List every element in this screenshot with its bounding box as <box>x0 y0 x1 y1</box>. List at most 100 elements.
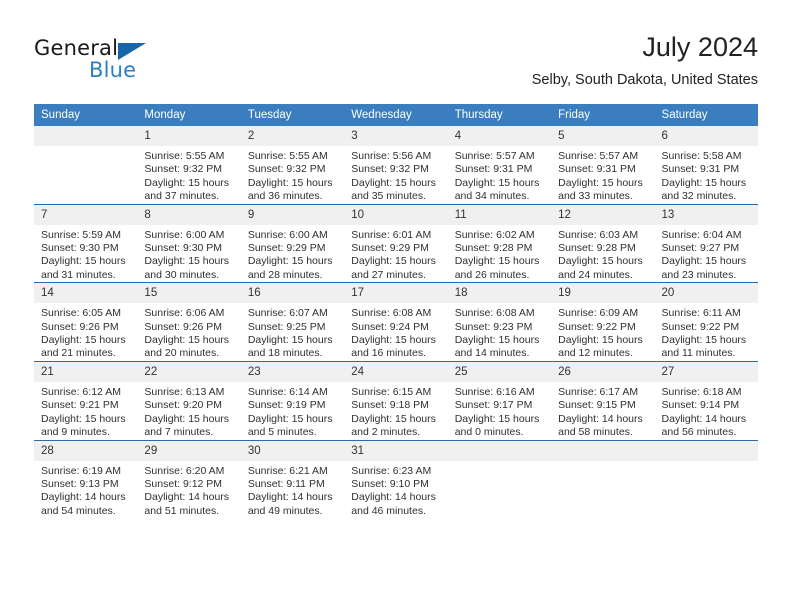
daylight-text-line1: Daylight: 15 hours <box>454 412 540 425</box>
day-number: 17 <box>344 283 448 304</box>
day-cell[interactable]: 3 Sunrise: 5:56 AM Sunset: 9:32 PM Dayli… <box>344 126 448 205</box>
day-cell[interactable] <box>447 439 552 519</box>
calendar-week-row: 14 Sunrise: 6:05 AM Sunset: 9:26 PM Dayl… <box>34 282 758 362</box>
sunset-text: Sunset: 9:28 PM <box>558 242 636 255</box>
sunset-text: Sunset: 9:15 PM <box>558 399 636 412</box>
day-details: Sunrise: 6:00 AM Sunset: 9:30 PM Dayligh… <box>137 225 240 283</box>
day-cell[interactable]: 15 Sunrise: 6:06 AM Sunset: 9:26 PM Dayl… <box>137 282 241 362</box>
day-cell[interactable]: 10 Sunrise: 6:01 AM Sunset: 9:29 PM Dayl… <box>344 203 448 283</box>
day-details: Sunrise: 6:06 AM Sunset: 9:26 PM Dayligh… <box>137 303 240 361</box>
day-cell[interactable]: 18 Sunrise: 6:08 AM Sunset: 9:23 PM Dayl… <box>447 282 552 362</box>
day-number: 25 <box>447 361 552 382</box>
sunset-text: Sunset: 9:24 PM <box>351 320 429 333</box>
day-number: 8 <box>137 204 241 225</box>
sunset-text: Sunset: 9:30 PM <box>144 242 223 255</box>
sunrise-text: Sunrise: 5:58 AM <box>661 150 742 162</box>
sunrise-text: Sunrise: 6:18 AM <box>661 385 742 398</box>
daylight-text-line1: Daylight: 15 hours <box>454 176 540 189</box>
sunrise-text: Sunrise: 6:23 AM <box>351 464 432 477</box>
day-cell[interactable]: 8 Sunrise: 6:00 AM Sunset: 9:30 PM Dayli… <box>137 203 241 283</box>
day-number: 23 <box>240 361 345 382</box>
daylight-text-line2: and 30 minutes. <box>144 268 220 281</box>
sunset-text: Sunset: 9:32 PM <box>351 163 429 176</box>
day-cell[interactable]: 23 Sunrise: 6:14 AM Sunset: 9:19 PM Dayl… <box>240 360 345 440</box>
daylight-text-line2: and 34 minutes. <box>454 190 530 203</box>
weekday-header-tuesday: Tuesday <box>240 104 345 126</box>
day-cell[interactable] <box>654 439 758 519</box>
day-cell[interactable]: 7 Sunrise: 5:59 AM Sunset: 9:30 PM Dayli… <box>34 203 138 283</box>
daylight-text-line1: Daylight: 15 hours <box>454 255 540 268</box>
day-details <box>551 461 654 465</box>
day-cell[interactable]: 26 Sunrise: 6:17 AM Sunset: 9:15 PM Dayl… <box>551 360 655 440</box>
day-number: 26 <box>551 361 655 382</box>
day-number: 28 <box>34 440 138 461</box>
day-cell[interactable]: 20 Sunrise: 6:11 AM Sunset: 9:22 PM Dayl… <box>654 282 758 362</box>
day-number: 14 <box>34 283 138 304</box>
sunset-text: Sunset: 9:31 PM <box>661 163 740 176</box>
day-cell[interactable] <box>551 439 655 519</box>
calendar-body: 1 Sunrise: 5:55 AM Sunset: 9:32 PM Dayli… <box>34 126 758 519</box>
sunrise-text: Sunrise: 5:57 AM <box>558 150 639 162</box>
day-cell[interactable]: 21 Sunrise: 6:12 AM Sunset: 9:21 PM Dayl… <box>34 360 138 440</box>
day-cell[interactable]: 9 Sunrise: 6:00 AM Sunset: 9:29 PM Dayli… <box>240 203 345 283</box>
daylight-text-line2: and 49 minutes. <box>247 504 323 517</box>
calendar-week-row: 1 Sunrise: 5:55 AM Sunset: 9:32 PM Dayli… <box>34 126 758 205</box>
day-cell[interactable]: 22 Sunrise: 6:13 AM Sunset: 9:20 PM Dayl… <box>137 360 241 440</box>
day-cell[interactable]: 13 Sunrise: 6:04 AM Sunset: 9:27 PM Dayl… <box>654 203 758 283</box>
sunrise-text: Sunrise: 6:08 AM <box>351 307 432 320</box>
daylight-text-line2: and 37 minutes. <box>144 190 220 203</box>
day-cell[interactable]: 1 Sunrise: 5:55 AM Sunset: 9:32 PM Dayli… <box>137 126 241 205</box>
day-cell[interactable] <box>34 126 138 205</box>
sunrise-text: Sunrise: 5:57 AM <box>454 150 535 162</box>
day-cell[interactable]: 28 Sunrise: 6:19 AM Sunset: 9:13 PM Dayl… <box>34 439 138 519</box>
day-details: Sunrise: 5:59 AM Sunset: 9:30 PM Dayligh… <box>34 225 137 283</box>
sunset-text: Sunset: 9:14 PM <box>661 399 740 412</box>
day-cell[interactable]: 11 Sunrise: 6:02 AM Sunset: 9:28 PM Dayl… <box>447 203 552 283</box>
day-cell[interactable]: 2 Sunrise: 5:55 AM Sunset: 9:32 PM Dayli… <box>240 126 345 205</box>
day-cell[interactable]: 25 Sunrise: 6:16 AM Sunset: 9:17 PM Dayl… <box>447 360 552 440</box>
daylight-text-line1: Daylight: 15 hours <box>247 255 333 268</box>
sunset-text: Sunset: 9:20 PM <box>144 399 223 412</box>
general-blue-logo[interactable]: General Blue <box>34 36 234 86</box>
weekday-header-sunday: Sunday <box>34 104 138 126</box>
logo-text-blue: Blue <box>89 58 137 82</box>
daylight-text-line2: and 20 minutes. <box>144 347 220 360</box>
weekday-header-friday: Friday <box>551 104 655 126</box>
day-cell[interactable]: 14 Sunrise: 6:05 AM Sunset: 9:26 PM Dayl… <box>34 282 138 362</box>
day-cell[interactable]: 16 Sunrise: 6:07 AM Sunset: 9:25 PM Dayl… <box>240 282 345 362</box>
day-cell[interactable]: 17 Sunrise: 6:08 AM Sunset: 9:24 PM Dayl… <box>344 282 448 362</box>
day-number <box>654 440 758 461</box>
day-cell[interactable]: 19 Sunrise: 6:09 AM Sunset: 9:22 PM Dayl… <box>551 282 655 362</box>
day-details: Sunrise: 6:20 AM Sunset: 9:12 PM Dayligh… <box>137 461 240 519</box>
sunset-text: Sunset: 9:17 PM <box>454 399 533 412</box>
sunrise-text: Sunrise: 5:59 AM <box>41 228 121 241</box>
weekday-header-thursday: Thursday <box>447 104 552 126</box>
sunrise-text: Sunrise: 6:20 AM <box>144 464 225 477</box>
day-cell[interactable]: 12 Sunrise: 6:03 AM Sunset: 9:28 PM Dayl… <box>551 203 655 283</box>
weekday-header-wednesday: Wednesday <box>344 104 448 126</box>
daylight-text-line1: Daylight: 15 hours <box>144 412 230 425</box>
daylight-text-line2: and 36 minutes. <box>247 190 323 203</box>
sunset-text: Sunset: 9:22 PM <box>558 320 636 333</box>
day-cell[interactable]: 30 Sunrise: 6:21 AM Sunset: 9:11 PM Dayl… <box>240 439 345 519</box>
day-cell[interactable]: 27 Sunrise: 6:18 AM Sunset: 9:14 PM Dayl… <box>654 360 758 440</box>
day-cell[interactable]: 31 Sunrise: 6:23 AM Sunset: 9:10 PM Dayl… <box>344 439 448 519</box>
sunset-text: Sunset: 9:30 PM <box>41 242 119 255</box>
day-number: 5 <box>551 126 655 146</box>
daylight-text-line2: and 14 minutes. <box>454 347 530 360</box>
sunset-text: Sunset: 9:29 PM <box>351 242 429 255</box>
sunset-text: Sunset: 9:32 PM <box>247 163 326 176</box>
day-cell[interactable]: 5 Sunrise: 5:57 AM Sunset: 9:31 PM Dayli… <box>551 126 655 205</box>
sunrise-text: Sunrise: 6:03 AM <box>558 228 639 241</box>
daylight-text-line2: and 31 minutes. <box>41 268 116 281</box>
day-cell[interactable]: 6 Sunrise: 5:58 AM Sunset: 9:31 PM Dayli… <box>654 126 758 205</box>
day-details: Sunrise: 6:00 AM Sunset: 9:29 PM Dayligh… <box>241 225 344 283</box>
day-cell[interactable]: 4 Sunrise: 5:57 AM Sunset: 9:31 PM Dayli… <box>447 126 552 205</box>
day-cell[interactable]: 29 Sunrise: 6:20 AM Sunset: 9:12 PM Dayl… <box>137 439 241 519</box>
sunset-text: Sunset: 9:11 PM <box>247 477 325 490</box>
daylight-text-line1: Daylight: 15 hours <box>454 334 540 347</box>
day-cell[interactable]: 24 Sunrise: 6:15 AM Sunset: 9:18 PM Dayl… <box>344 360 448 440</box>
day-number: 21 <box>34 361 138 382</box>
sunrise-text: Sunrise: 6:02 AM <box>454 228 535 241</box>
daylight-text-line2: and 26 minutes. <box>454 268 530 281</box>
